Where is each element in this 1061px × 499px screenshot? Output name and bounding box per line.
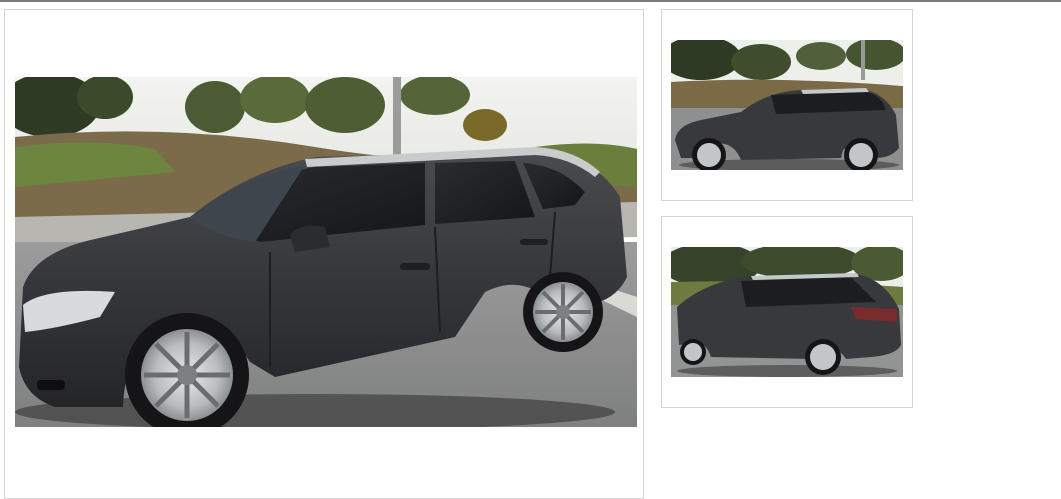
- thumbnail-2[interactable]: [661, 216, 913, 408]
- photo-gallery: [0, 0, 1061, 499]
- car-photo-thumbnail-side[interactable]: [671, 40, 903, 170]
- thumbnail-1[interactable]: [661, 9, 913, 201]
- car-photo-main[interactable]: [15, 77, 637, 427]
- main-image-frame[interactable]: [4, 9, 644, 499]
- car-photo-thumbnail-rear[interactable]: [671, 247, 903, 377]
